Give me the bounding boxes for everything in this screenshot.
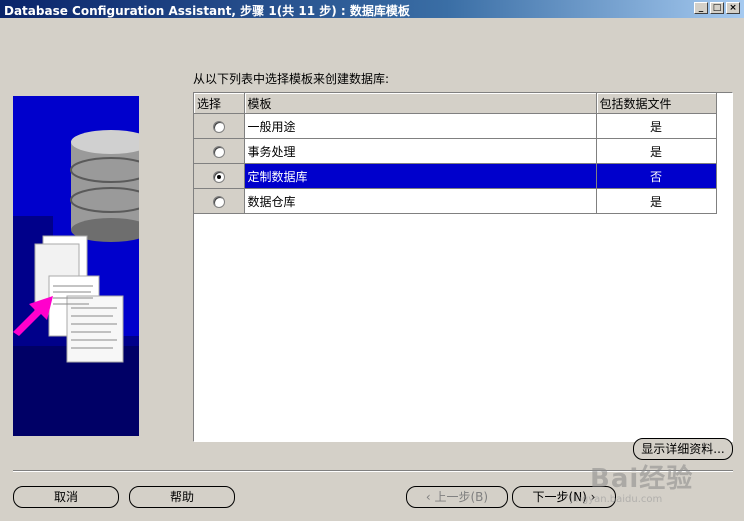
database-documents-illustration xyxy=(13,96,139,436)
maximize-button[interactable]: □ xyxy=(710,2,724,14)
window-title: Database Configuration Assistant, 步骤 1(共… xyxy=(4,4,410,18)
watermark-logo: Bai经验 xyxy=(590,464,694,494)
close-button[interactable]: × xyxy=(726,2,740,14)
radio-button-transaction[interactable] xyxy=(212,145,225,158)
includes-value: 是 xyxy=(596,188,717,214)
radio-cell[interactable] xyxy=(194,188,245,214)
includes-value: 是 xyxy=(596,138,717,164)
wizard-illustration xyxy=(13,96,139,436)
window-controls: _ □ × xyxy=(694,2,740,14)
back-button-label: 上一步(B) xyxy=(434,490,489,504)
minimize-button[interactable]: _ xyxy=(694,2,708,14)
column-header-includes-datafiles[interactable]: 包括数据文件 xyxy=(596,93,717,114)
radio-button-custom[interactable] xyxy=(212,170,225,183)
template-name: 数据仓库 xyxy=(244,188,597,214)
radio-cell[interactable] xyxy=(194,138,245,164)
table-row[interactable]: 事务处理 是 xyxy=(194,138,717,164)
template-name: 事务处理 xyxy=(244,138,597,164)
dialog-body: 从以下列表中选择模板来创建数据库: 选择 模板 包括数据文件 一般用途 是 事务… xyxy=(0,18,744,521)
cancel-button[interactable]: 取消 xyxy=(13,486,119,508)
template-name: 定制数据库 xyxy=(244,163,597,189)
chevron-left-icon: ‹ xyxy=(425,490,435,504)
column-header-template[interactable]: 模板 xyxy=(244,93,597,114)
database-cylinder-icon xyxy=(70,130,139,242)
watermark-url: jingyan.baidu.com xyxy=(570,494,663,505)
table-row-selected[interactable]: 定制数据库 否 xyxy=(194,163,717,189)
template-list: 选择 模板 包括数据文件 一般用途 是 事务处理 是 定制数据库 否 数据仓库 … xyxy=(193,92,733,442)
template-table: 选择 模板 包括数据文件 一般用途 是 事务处理 是 定制数据库 否 数据仓库 … xyxy=(194,93,717,214)
help-button[interactable]: 帮助 xyxy=(129,486,235,508)
show-details-button[interactable]: 显示详细资料... xyxy=(633,438,733,460)
template-name: 一般用途 xyxy=(244,113,597,139)
radio-cell[interactable] xyxy=(194,113,245,139)
table-header-row: 选择 模板 包括数据文件 xyxy=(194,93,717,114)
radio-cell[interactable] xyxy=(194,163,245,189)
back-button[interactable]: ‹ 上一步(B) xyxy=(406,486,508,508)
radio-button-general[interactable] xyxy=(212,120,225,133)
radio-button-warehouse[interactable] xyxy=(212,195,225,208)
table-row[interactable]: 一般用途 是 xyxy=(194,113,717,139)
table-row[interactable]: 数据仓库 是 xyxy=(194,188,717,214)
column-header-select[interactable]: 选择 xyxy=(194,93,245,114)
includes-value: 否 xyxy=(596,163,717,189)
instruction-text: 从以下列表中选择模板来创建数据库: xyxy=(193,72,390,86)
title-bar: Database Configuration Assistant, 步骤 1(共… xyxy=(0,0,744,18)
includes-value: 是 xyxy=(596,113,717,139)
